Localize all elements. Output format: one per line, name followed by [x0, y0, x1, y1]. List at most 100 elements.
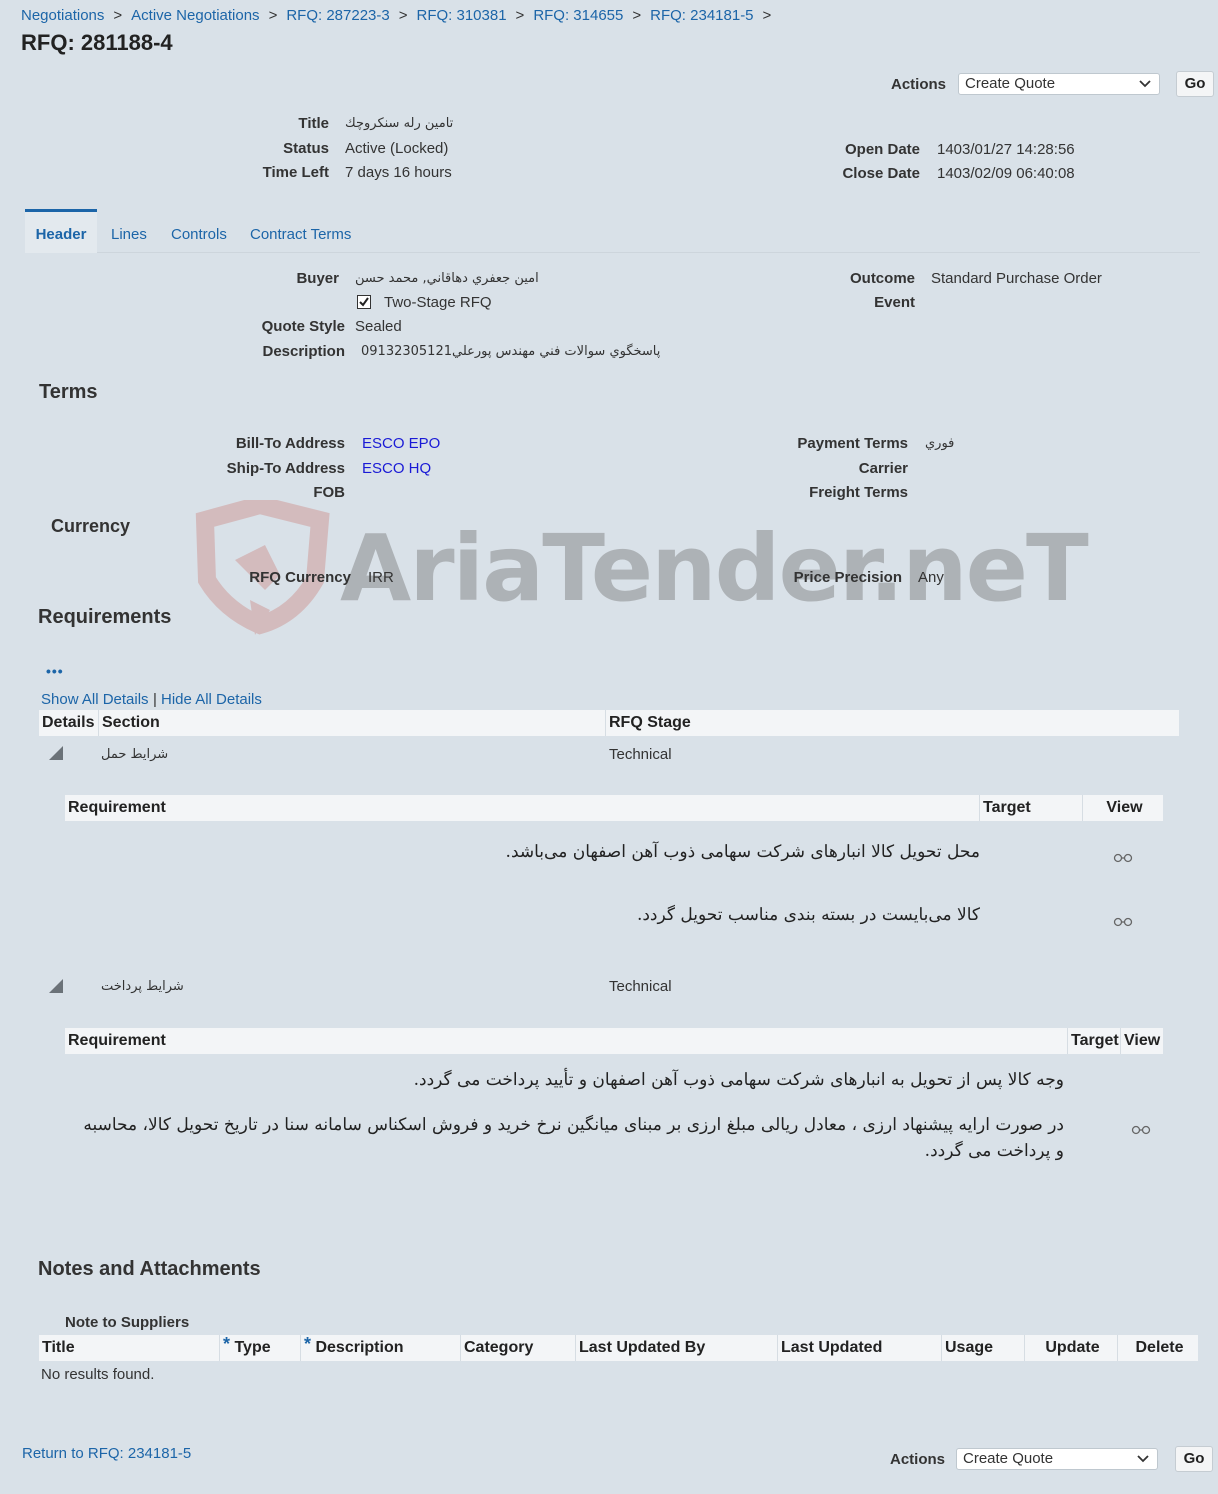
view-glasses-icon[interactable] — [1113, 850, 1133, 867]
title-label: Title — [298, 115, 329, 132]
col-requirement: Requirement — [68, 1032, 166, 1049]
section-name: شرايط پرداخت — [101, 979, 184, 994]
requirements-table-header: Details Section RFQ Stage — [39, 710, 1179, 736]
tab-controls[interactable]: Controls — [171, 226, 227, 243]
watermark-text: AriaTender.neT — [340, 515, 1089, 622]
tabs-divider — [25, 252, 1200, 253]
description-value: پاسخگوي سوالات فني مهندس پورعلي091323051… — [361, 344, 661, 359]
status-label: Status — [283, 140, 329, 157]
actions-select-value: Create Quote — [965, 75, 1056, 92]
go-button-bottom[interactable]: Go — [1175, 1446, 1213, 1472]
breadcrumb-rfq-287223-3[interactable]: RFQ: 287223-3 — [286, 7, 389, 24]
breadcrumb-rfq-310381[interactable]: RFQ: 310381 — [416, 7, 506, 24]
bill-to-link[interactable]: ESCO EPO — [362, 435, 440, 452]
required-asterisk: * — [223, 1334, 231, 1354]
view-glasses-icon[interactable] — [1131, 1122, 1151, 1139]
open-date-value: 1403/01/27 14:28:56 — [937, 141, 1075, 158]
col-rfq-stage: RFQ Stage — [605, 710, 1179, 736]
sub-table-header: Requirement Target View — [65, 795, 1163, 821]
ship-to-label: Ship-To Address — [226, 460, 345, 477]
attachments-table-header: Title * Type * Description Category Last… — [39, 1334, 1198, 1361]
chevron-down-icon — [1139, 74, 1151, 97]
col-view: View — [1082, 795, 1163, 821]
outcome-value: Standard Purchase Order — [931, 270, 1102, 287]
col-target: Target — [979, 795, 1082, 821]
col-delete: Delete — [1117, 1335, 1198, 1361]
breadcrumb-sep: > — [268, 7, 278, 24]
no-results-text: No results found. — [41, 1366, 155, 1383]
breadcrumb-sep: > — [113, 7, 123, 24]
breadcrumb-sep: > — [398, 7, 408, 24]
col-type-label: Type — [234, 1339, 271, 1356]
rfq-currency-label: RFQ Currency — [249, 569, 351, 586]
col-type: * Type — [219, 1334, 300, 1361]
actions-select-value: Create Quote — [963, 1450, 1054, 1467]
hide-all-details-link[interactable]: Hide All Details — [161, 691, 262, 708]
col-last-updated: Last Updated — [777, 1335, 941, 1361]
collapse-toggle-icon[interactable] — [49, 979, 63, 993]
col-section: Section — [98, 710, 605, 736]
requirement-text: وجه کالا پس از تحویل به انبارهای شرکت سه… — [413, 1070, 1064, 1090]
section-name: شرايط حمل — [101, 747, 169, 762]
return-link[interactable]: Return to RFQ: 234181-5 — [22, 1445, 191, 1462]
description-label: Description — [262, 343, 345, 360]
two-stage-label: Two-Stage RFQ — [384, 294, 492, 311]
col-last-updated-by: Last Updated By — [575, 1335, 777, 1361]
col-update: Update — [1024, 1335, 1117, 1361]
breadcrumb-rfq-314655[interactable]: RFQ: 314655 — [533, 7, 623, 24]
page-title: RFQ: 281188-4 — [21, 30, 173, 55]
tab-contract-terms[interactable]: Contract Terms — [250, 226, 351, 243]
buyer-value: امين جعفري دهاقاني, محمد حسن — [355, 271, 539, 286]
more-options-icon[interactable]: ••• — [46, 663, 64, 679]
time-left-label: Time Left — [262, 164, 329, 181]
notes-heading: Notes and Attachments — [38, 1258, 261, 1280]
breadcrumb-sep: > — [762, 7, 772, 24]
requirement-text: کالا می‌بایست در بسته بندی مناسب تحویل گ… — [636, 905, 980, 925]
tab-lines[interactable]: Lines — [111, 226, 147, 243]
breadcrumb-sep: > — [515, 7, 525, 24]
view-glasses-icon[interactable] — [1113, 914, 1133, 931]
show-all-details-link[interactable]: Show All Details — [41, 691, 149, 708]
col-details: Details — [42, 714, 95, 731]
col-view: View — [1120, 1028, 1163, 1054]
go-button[interactable]: Go — [1176, 71, 1214, 97]
requirements-heading: Requirements — [38, 606, 172, 628]
col-category: Category — [460, 1335, 575, 1361]
col-requirement: Requirement — [68, 799, 166, 816]
details-separator: | — [153, 691, 157, 708]
check-icon — [359, 297, 369, 307]
col-usage: Usage — [941, 1335, 1024, 1361]
breadcrumb-negotiations[interactable]: Negotiations — [21, 7, 104, 24]
actions-label-bottom: Actions — [889, 1451, 945, 1468]
payment-terms-value: فوري — [925, 436, 955, 451]
rfq-currency-value: IRR — [368, 569, 394, 586]
quote-style-value: Sealed — [355, 318, 402, 335]
actions-select-bottom[interactable]: Create Quote — [956, 1448, 1158, 1470]
close-date-label: Close Date — [842, 165, 920, 182]
title-value: تامين رله سنكروچك — [345, 116, 454, 131]
requirement-text: در صورت ارایه پیشنهاد ارزی ، معادل ریالی… — [83, 1115, 1064, 1161]
ship-to-link[interactable]: ESCO HQ — [362, 460, 431, 477]
price-precision-label: Price Precision — [793, 569, 902, 586]
outcome-label: Outcome — [849, 270, 915, 287]
quote-style-label: Quote Style — [261, 318, 345, 335]
actions-label: Actions — [890, 76, 946, 93]
actions-select[interactable]: Create Quote — [958, 73, 1160, 95]
open-date-label: Open Date — [844, 141, 920, 158]
buyer-label: Buyer — [296, 270, 339, 287]
col-description: * Description — [300, 1334, 460, 1361]
fob-label: FOB — [313, 484, 345, 501]
carrier-label: Carrier — [858, 460, 908, 477]
breadcrumb-rfq-234181-5[interactable]: RFQ: 234181-5 — [650, 7, 753, 24]
sub-table-header: Requirement Target View — [65, 1028, 1163, 1054]
time-left-value: 7 days 16 hours — [345, 164, 452, 181]
breadcrumb-active-negotiations[interactable]: Active Negotiations — [131, 7, 259, 24]
required-asterisk: * — [304, 1334, 312, 1354]
event-label: Event — [874, 294, 915, 311]
tab-header[interactable]: Header — [25, 209, 97, 253]
two-stage-checkbox[interactable] — [357, 295, 371, 309]
bill-to-label: Bill-To Address — [235, 435, 345, 452]
note-to-suppliers-label: Note to Suppliers — [65, 1314, 190, 1331]
payment-terms-label: Payment Terms — [797, 435, 908, 452]
collapse-toggle-icon[interactable] — [49, 746, 63, 760]
